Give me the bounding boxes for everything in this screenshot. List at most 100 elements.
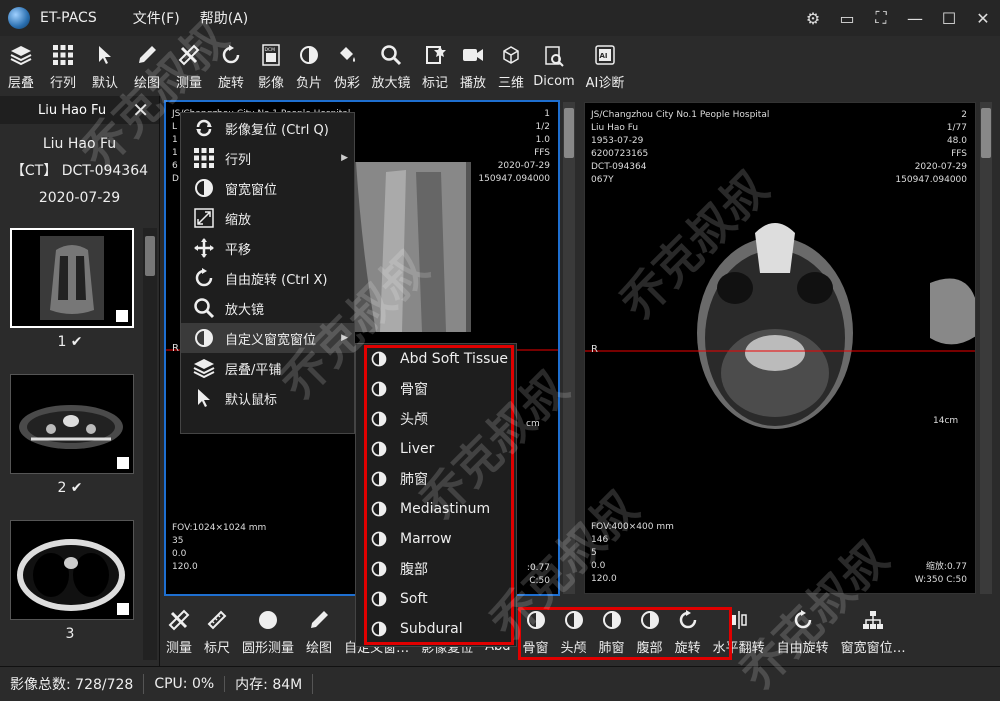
maximize-icon[interactable]: ☐ bbox=[932, 9, 966, 28]
bottom-button-15[interactable]: 窗宽窗位… bbox=[835, 600, 912, 664]
menu-file[interactable]: 文件(F) bbox=[133, 8, 180, 28]
context-menu-item[interactable]: 平移 bbox=[181, 233, 354, 263]
toolbar-button-label: 标记 bbox=[421, 75, 448, 91]
magnifier-icon bbox=[378, 42, 404, 68]
context-menu-item[interactable]: 放大镜 bbox=[181, 293, 354, 323]
series-sidebar: Liu Hao Fu ✕ Liu Hao Fu 【CT】 DCT-094364 … bbox=[0, 96, 160, 666]
ruler-pencil-icon bbox=[176, 42, 202, 68]
toolbar-button-label: 绘图 bbox=[133, 75, 160, 91]
bottom-button-1[interactable]: 测量 bbox=[160, 600, 198, 664]
pencil-icon bbox=[134, 42, 160, 68]
context-menu-item[interactable]: 层叠/平铺 bbox=[181, 353, 354, 383]
bottom-button-label: 标尺 bbox=[204, 641, 231, 656]
menu-help[interactable]: 帮助(A) bbox=[200, 8, 249, 28]
sidebar-scroll-handle[interactable] bbox=[145, 236, 155, 276]
toolbar-button-layers[interactable]: 层叠 bbox=[0, 36, 42, 96]
sidebar-scrollbar[interactable] bbox=[143, 228, 157, 660]
circle-icon bbox=[256, 608, 280, 632]
cube-icon bbox=[498, 42, 524, 68]
app-name: ET-PACS bbox=[40, 10, 97, 26]
ct-axial-thumbnail bbox=[19, 405, 123, 449]
toolbar-button-ai[interactable]: AI AI诊断 bbox=[578, 36, 632, 96]
monitor-icon[interactable]: ▭ bbox=[830, 9, 864, 28]
layers-icon bbox=[193, 357, 215, 379]
toolbar-button-cursor[interactable]: 默认 bbox=[84, 36, 126, 96]
toolbar-button-label: 三维 bbox=[497, 75, 524, 91]
bottom-button-3[interactable]: 圆形测量 bbox=[236, 600, 300, 664]
toolbar-button-video[interactable]: 播放 bbox=[454, 36, 492, 96]
context-menu-item[interactable]: 行列 ▶ bbox=[181, 143, 354, 173]
grid-icon bbox=[50, 42, 76, 68]
toolbar-button-label: 伪彩 bbox=[333, 75, 360, 91]
orientation-marker-r: R bbox=[172, 343, 179, 354]
rotate-icon bbox=[193, 267, 215, 289]
svg-text:AI: AI bbox=[600, 52, 608, 60]
context-menu-item[interactable]: 自定义窗宽窗位 ▶ bbox=[181, 323, 354, 353]
toolbar-button-cube[interactable]: 三维 bbox=[492, 36, 530, 96]
contrast-icon bbox=[193, 327, 215, 349]
contrast-icon bbox=[193, 177, 215, 199]
minimize-icon[interactable]: — bbox=[898, 9, 932, 28]
patient-tab-label: Liu Hao Fu bbox=[38, 102, 107, 118]
toolbar-button-dicom-search[interactable]: Dicom bbox=[530, 36, 578, 96]
bottom-button-2[interactable]: 标尺 bbox=[198, 600, 236, 664]
toolbar-button-dicom-file[interactable]: DCM 影像 bbox=[252, 36, 290, 96]
toolbar-button-contrast[interactable]: 负片 bbox=[290, 36, 328, 96]
settings-gear-icon[interactable]: ⚙ bbox=[796, 9, 830, 28]
toolbar-button-label: 默认 bbox=[91, 75, 118, 91]
bottom-button-14[interactable]: 自由旋转 bbox=[771, 600, 835, 664]
move-icon bbox=[193, 237, 215, 259]
context-menu-item[interactable]: 缩放 bbox=[181, 203, 354, 233]
context-menu-item-label: 层叠/平铺 bbox=[225, 362, 282, 378]
toolbar-button-pencil[interactable]: 绘图 bbox=[126, 36, 168, 96]
rotate-icon bbox=[218, 42, 244, 68]
close-tab-icon[interactable]: ✕ bbox=[132, 98, 149, 122]
context-menu-item[interactable]: 默认鼠标 bbox=[181, 383, 354, 413]
toolbar-button-rotate[interactable]: 旋转 bbox=[210, 36, 252, 96]
series-label-3: 3 bbox=[65, 626, 75, 642]
series-check-square bbox=[117, 603, 129, 615]
toolbar-button-label: 行列 bbox=[49, 75, 76, 91]
patient-modality-id: 【CT】 DCT-094364 bbox=[10, 163, 149, 179]
toolbar-button-bookmark[interactable]: 标记 bbox=[416, 36, 454, 96]
bottom-button-label: 绘图 bbox=[306, 641, 333, 656]
ruler-pencil-icon bbox=[167, 608, 191, 632]
series-thumbnail-2[interactable] bbox=[10, 374, 134, 474]
submenu-arrow-icon: ▶ bbox=[341, 153, 348, 163]
reset-icon bbox=[193, 117, 215, 139]
overlay-bottom-right: 缩放:0.77 W:350 C:50 bbox=[914, 562, 967, 585]
main-toolbar: 层叠 行列 默认 绘图 测量 旋转 DCM 影像 负片 伪彩 放大镜 标记 播放 三维 Dicom AI AI诊… bbox=[0, 36, 1000, 96]
viewport-right-scrollbar[interactable] bbox=[980, 102, 992, 594]
context-menu-item[interactable]: 窗宽窗位 bbox=[181, 173, 354, 203]
series-thumbnail-3[interactable] bbox=[10, 520, 134, 620]
patient-info: Liu Hao Fu 【CT】 DCT-094364 2020-07-29 bbox=[0, 131, 159, 212]
ai-icon: AI bbox=[592, 42, 618, 68]
fullscreen-icon[interactable]: ⛶ bbox=[864, 8, 898, 28]
overlay-top-left: JS/Changzhou City No.1 People Hospital Li… bbox=[591, 110, 770, 185]
context-menu-item-label: 窗宽窗位 bbox=[225, 182, 278, 198]
toolbar-button-label: 负片 bbox=[295, 75, 322, 91]
bottom-button-label: 自由旋转 bbox=[776, 641, 829, 656]
viewport-left-scrollbar[interactable] bbox=[563, 102, 575, 594]
toolbar-button-ruler-pencil[interactable]: 测量 bbox=[168, 36, 210, 96]
toolbar-button-magnifier[interactable]: 放大镜 bbox=[366, 36, 416, 96]
context-menu-item[interactable]: 自由旋转 (Ctrl X) bbox=[181, 263, 354, 293]
context-menu-item-label: 默认鼠标 bbox=[225, 392, 278, 408]
overlay-bottom-left: FOV:400×400 mm 146 5 0.0 120.0 bbox=[591, 522, 674, 584]
submenu-arrow-icon: ▶ bbox=[341, 333, 348, 343]
viewport-right[interactable]: JS/Changzhou City No.1 People Hospital Li… bbox=[584, 102, 976, 594]
context-menu-item[interactable]: 影像复位 (Ctrl Q) bbox=[181, 113, 354, 143]
close-icon[interactable]: ✕ bbox=[966, 9, 1000, 28]
app-logo-icon bbox=[8, 7, 30, 29]
series-thumbnail-1[interactable] bbox=[10, 228, 134, 328]
toolbar-button-paint-bucket[interactable]: 伪彩 bbox=[328, 36, 366, 96]
status-cpu: CPU: 0% bbox=[144, 675, 226, 692]
zoom-icon bbox=[193, 207, 215, 229]
context-menu: 影像复位 (Ctrl Q) 行列 ▶ 窗宽窗位缩放 平移 自由旋转 (Ctrl X) 放大镜… bbox=[180, 112, 355, 434]
context-menu-item-label: 影像复位 (Ctrl Q) bbox=[225, 122, 329, 138]
toolbar-button-grid[interactable]: 行列 bbox=[42, 36, 84, 96]
patient-tab[interactable]: Liu Hao Fu ✕ bbox=[0, 96, 159, 124]
hierarchy-icon bbox=[861, 608, 885, 632]
bottom-button-4[interactable]: 绘图 bbox=[300, 600, 338, 664]
orientation-marker-r: R bbox=[591, 344, 598, 355]
